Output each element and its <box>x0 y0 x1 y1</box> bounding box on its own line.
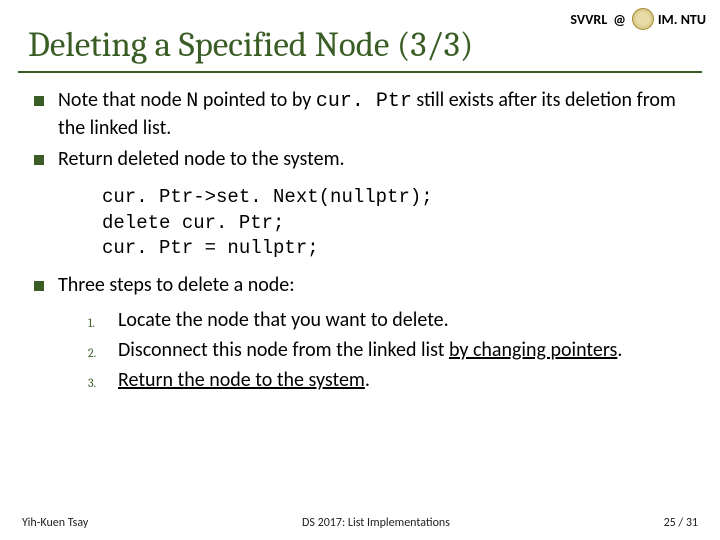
bullet-text: Three steps to delete a node: <box>58 272 692 299</box>
title-rule <box>18 71 702 73</box>
list-item: 2. Disconnect this node from the linked … <box>88 337 692 364</box>
code-span: N <box>186 90 198 113</box>
underline-span: Return the node to the system <box>118 368 365 392</box>
square-bullet-icon <box>34 155 44 165</box>
footer-bar: Yih-Kuen Tsay DS 2017: List Implementati… <box>0 516 720 530</box>
header-at: @ <box>613 11 626 28</box>
footer-center: DS 2017: List Implementations <box>302 516 450 530</box>
underline-span: by changing pointers <box>449 338 617 362</box>
page-title: Deleting a Specified Node (3/3) <box>0 24 720 71</box>
list-text: Return the node to the system. <box>118 367 692 394</box>
ordered-list: 1. Locate the node that you want to dele… <box>28 303 692 394</box>
header-right: IM. NTU <box>658 11 706 28</box>
text-span: pointed to by <box>198 88 316 112</box>
bullet-item: Note that node N pointed to by cur. Ptr … <box>28 87 692 142</box>
text-span: Note that node <box>58 88 186 112</box>
square-bullet-icon <box>34 96 44 106</box>
list-item: 1. Locate the node that you want to dele… <box>88 307 692 334</box>
list-number: 2. <box>88 337 118 364</box>
text-span: . <box>365 368 370 392</box>
content-area: Note that node N pointed to by cur. Ptr … <box>0 87 720 394</box>
bullet-text: Return deleted node to the system. <box>58 146 692 173</box>
bullet-item: Return deleted node to the system. <box>28 146 692 173</box>
code-line: delete cur. Ptr; <box>102 211 692 237</box>
bullet-item: Three steps to delete a node: <box>28 272 692 299</box>
code-block: cur. Ptr->set. Next(nullptr); delete cur… <box>28 177 692 272</box>
footer-left: Yih-Kuen Tsay <box>22 516 88 530</box>
bullet-text: Note that node N pointed to by cur. Ptr … <box>58 87 692 142</box>
text-span: Disconnect this node from the linked lis… <box>118 338 449 362</box>
list-text: Locate the node that you want to delete. <box>118 307 692 334</box>
header-left: SVVRL <box>570 11 607 28</box>
ntu-logo-icon <box>632 8 654 30</box>
list-number: 1. <box>88 307 118 334</box>
code-line: cur. Ptr->set. Next(nullptr); <box>102 185 692 211</box>
footer-right: 25 / 31 <box>664 516 698 530</box>
code-span: cur. Ptr <box>316 90 412 113</box>
list-text: Disconnect this node from the linked lis… <box>118 337 692 364</box>
list-number: 3. <box>88 367 118 394</box>
square-bullet-icon <box>34 281 44 291</box>
code-line: cur. Ptr = nullptr; <box>102 236 692 262</box>
list-item: 3. Return the node to the system. <box>88 367 692 394</box>
text-span: . <box>617 338 622 362</box>
